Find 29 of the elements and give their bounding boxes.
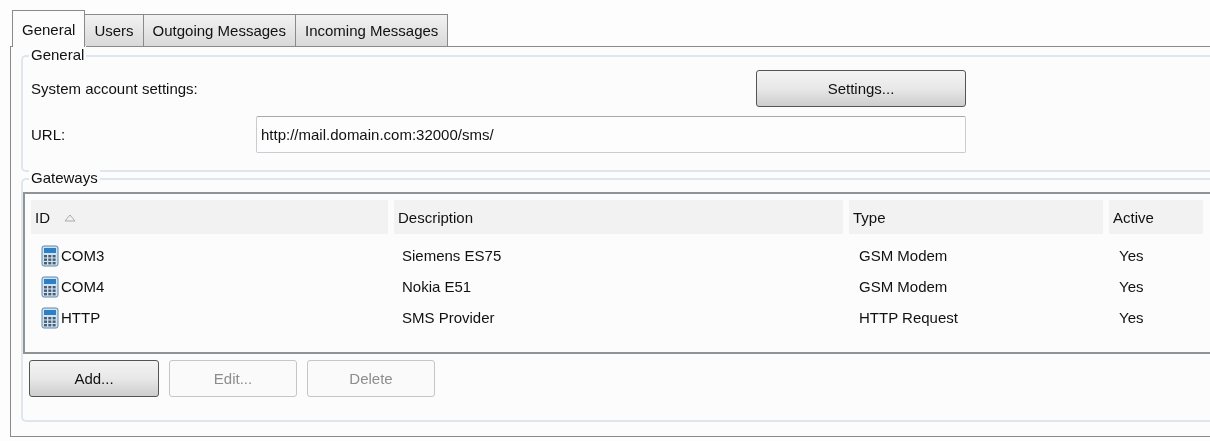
- tab[interactable]: Users: [84, 14, 144, 46]
- table-cell: COM3: [61, 247, 105, 264]
- table-cell-text: GSM Modem: [858, 277, 949, 297]
- phone-icon: [41, 244, 59, 267]
- table-cell: COM4: [61, 278, 105, 295]
- column-header[interactable]: Type: [849, 200, 1103, 234]
- table-cell-text: SMS Provider: [401, 308, 496, 328]
- field-label: URL:: [31, 125, 67, 143]
- table-cell-text: Yes: [1118, 308, 1145, 328]
- table-cell-text: Yes: [1118, 246, 1145, 266]
- column-header[interactable]: Description: [394, 200, 843, 234]
- table-cell-text: Nokia E51: [401, 277, 473, 297]
- table-cell-text: Siemens ES75: [401, 246, 503, 266]
- phone-icon: [41, 306, 59, 329]
- table-cell-text: Yes: [1118, 277, 1145, 297]
- tab[interactable]: Outgoing Messages: [142, 14, 296, 46]
- tab[interactable]: Incoming Messages: [294, 14, 449, 46]
- tab[interactable]: General: [12, 10, 86, 47]
- phone-icon: [41, 275, 59, 298]
- column-header[interactable]: ID: [31, 200, 388, 234]
- table-cell-text: HTTP Request: [858, 308, 959, 328]
- action-button[interactable]: Add...: [29, 360, 159, 397]
- column-header[interactable]: Active: [1109, 200, 1203, 234]
- group-title: Gateways: [29, 169, 100, 186]
- table-cell-text: GSM Modem: [858, 246, 949, 266]
- table-cell: HTTP: [61, 309, 101, 326]
- settings-button[interactable]: Settings...: [756, 69, 966, 107]
- field-label: System account settings:: [31, 79, 199, 97]
- url-field[interactable]: http://mail.domain.com:32000/sms/: [256, 115, 966, 153]
